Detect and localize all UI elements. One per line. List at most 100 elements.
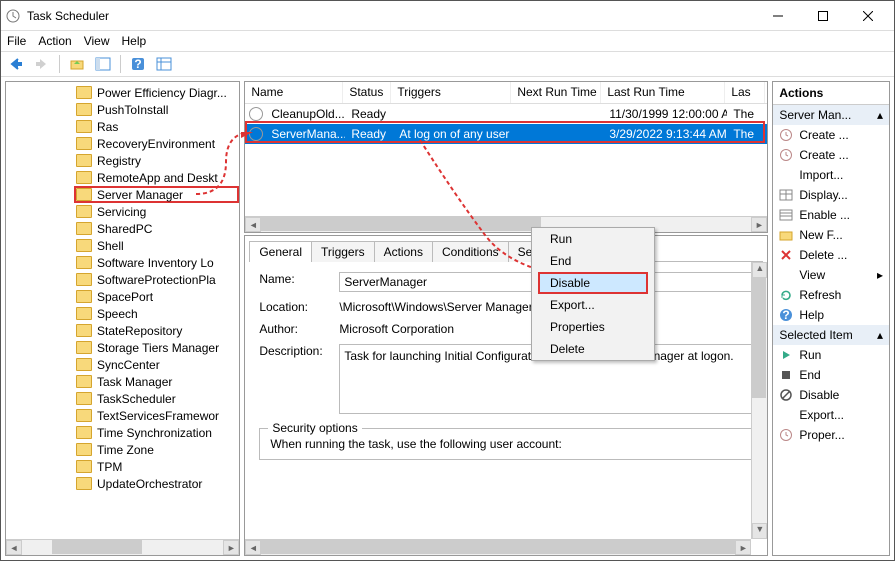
tree-item-label: UpdateOrchestrator: [97, 477, 202, 491]
tree-item[interactable]: Ras: [6, 118, 239, 135]
tree-item[interactable]: StateRepository: [6, 322, 239, 339]
folder-icon: [76, 239, 92, 252]
maximize-button[interactable]: [800, 2, 845, 30]
action-item[interactable]: Create ...: [773, 145, 889, 165]
tree-item-label: SharedPC: [97, 222, 152, 236]
tab-triggers[interactable]: Triggers: [311, 241, 375, 262]
clock-icon: [779, 428, 793, 442]
details-hscrollbar[interactable]: ◄►: [245, 539, 751, 555]
action-item[interactable]: Disable: [773, 385, 889, 405]
tree-item[interactable]: TextServicesFramewor: [6, 407, 239, 424]
context-menu: RunEndDisableExport...PropertiesDelete: [531, 227, 655, 361]
action-item[interactable]: New F...: [773, 225, 889, 245]
tree-item[interactable]: RecoveryEnvironment: [6, 135, 239, 152]
col-lastcol[interactable]: Las: [725, 82, 765, 103]
security-text: When running the task, use the following…: [270, 437, 742, 451]
action-item[interactable]: Display...: [773, 185, 889, 205]
folder-icon: [76, 103, 92, 116]
tree-item[interactable]: Shell: [6, 237, 239, 254]
tree-item-label: Ras: [97, 120, 118, 134]
action-item[interactable]: Refresh: [773, 285, 889, 305]
col-next[interactable]: Next Run Time: [511, 82, 601, 103]
action-item[interactable]: Delete ...: [773, 245, 889, 265]
tree-item-label: Registry: [97, 154, 141, 168]
menu-view[interactable]: View: [84, 34, 110, 48]
ctx-item-properties[interactable]: Properties: [532, 316, 654, 338]
tree-item[interactable]: Power Efficiency Diagr...: [6, 84, 239, 101]
action-label: Create ...: [799, 128, 848, 142]
action-label: Enable ...: [799, 208, 850, 222]
tree-item[interactable]: SoftwareProtectionPla: [6, 271, 239, 288]
minimize-button[interactable]: [755, 2, 800, 30]
col-name[interactable]: Name: [245, 82, 343, 103]
tree-item[interactable]: TPM: [6, 458, 239, 475]
tree-item[interactable]: SharedPC: [6, 220, 239, 237]
tree-item[interactable]: Server Manager: [74, 186, 239, 203]
menu-help[interactable]: Help: [122, 34, 147, 48]
action-item[interactable]: Create ...: [773, 125, 889, 145]
menu-file[interactable]: File: [7, 34, 26, 48]
tab-general[interactable]: General: [249, 241, 312, 262]
back-button[interactable]: [5, 54, 27, 74]
ctx-item-delete[interactable]: Delete: [532, 338, 654, 360]
tab-conditions[interactable]: Conditions: [432, 241, 509, 262]
action-label: Create ...: [799, 148, 848, 162]
ctx-item-run[interactable]: Run: [532, 228, 654, 250]
tree-item[interactable]: Servicing: [6, 203, 239, 220]
grid-hscrollbar[interactable]: ◄ ►: [245, 216, 767, 232]
tree-item-label: Software Inventory Lo: [97, 256, 214, 270]
action-item[interactable]: Import...: [773, 165, 889, 185]
task-icon: [249, 127, 263, 141]
folder-icon: [76, 137, 92, 150]
tree-item[interactable]: RemoteApp and Deskt: [6, 169, 239, 186]
action-item[interactable]: Proper...: [773, 425, 889, 445]
action-label: Export...: [799, 408, 844, 422]
tree-item[interactable]: Software Inventory Lo: [6, 254, 239, 271]
tree-item[interactable]: Time Synchronization: [6, 424, 239, 441]
tree-item[interactable]: UpdateOrchestrator: [6, 475, 239, 492]
tree-item[interactable]: Registry: [6, 152, 239, 169]
folder-icon: [76, 341, 92, 354]
col-last[interactable]: Last Run Time: [601, 82, 725, 103]
tree-item[interactable]: Storage Tiers Manager: [6, 339, 239, 356]
tree-item[interactable]: Time Zone: [6, 441, 239, 458]
action-label: Refresh: [799, 288, 841, 302]
col-triggers[interactable]: Triggers: [391, 82, 511, 103]
action-item[interactable]: End: [773, 365, 889, 385]
action-label: Disable: [799, 388, 839, 402]
details-vscrollbar[interactable]: ▲▼: [751, 262, 767, 539]
up-button[interactable]: [66, 54, 88, 74]
action-item[interactable]: View▸: [773, 265, 889, 285]
actions-section-selected[interactable]: Selected Item ▴: [773, 325, 889, 345]
tree-item[interactable]: TaskScheduler: [6, 390, 239, 407]
action-item[interactable]: Export...: [773, 405, 889, 425]
action-item[interactable]: ?Help: [773, 305, 889, 325]
tree-item[interactable]: SyncCenter: [6, 356, 239, 373]
tree-item[interactable]: Task Manager: [6, 373, 239, 390]
forward-button[interactable]: [31, 54, 53, 74]
grid-icon: [779, 188, 793, 202]
table-row[interactable]: ServerMana...ReadyAt log on of any user3…: [245, 124, 767, 144]
grid-header[interactable]: Name Status Triggers Next Run Time Last …: [245, 82, 767, 104]
view-icon-1[interactable]: [92, 54, 114, 74]
close-button[interactable]: [845, 2, 890, 30]
col-status[interactable]: Status: [343, 82, 391, 103]
window-title: Task Scheduler: [27, 9, 755, 23]
folder-icon: [76, 324, 92, 337]
table-row[interactable]: CleanupOld...Ready11/30/1999 12:00:00 AM…: [245, 104, 767, 124]
tree-item[interactable]: Speech: [6, 305, 239, 322]
view-icon-2[interactable]: [153, 54, 175, 74]
tree-item[interactable]: PushToInstall: [6, 101, 239, 118]
actions-section-folder[interactable]: Server Man... ▴: [773, 105, 889, 125]
tree-item[interactable]: SpacePort: [6, 288, 239, 305]
action-item[interactable]: Run: [773, 345, 889, 365]
menu-action[interactable]: Action: [38, 34, 71, 48]
ctx-item-disable[interactable]: Disable: [538, 272, 648, 294]
ctx-item-end[interactable]: End: [532, 250, 654, 272]
ctx-item-export[interactable]: Export...: [532, 294, 654, 316]
action-item[interactable]: Enable ...: [773, 205, 889, 225]
tree-hscrollbar[interactable]: ◄ ►: [6, 539, 239, 555]
security-group: Security options When running the task, …: [259, 428, 753, 460]
help-toolbar-icon[interactable]: ?: [127, 54, 149, 74]
tab-actions[interactable]: Actions: [374, 241, 433, 262]
